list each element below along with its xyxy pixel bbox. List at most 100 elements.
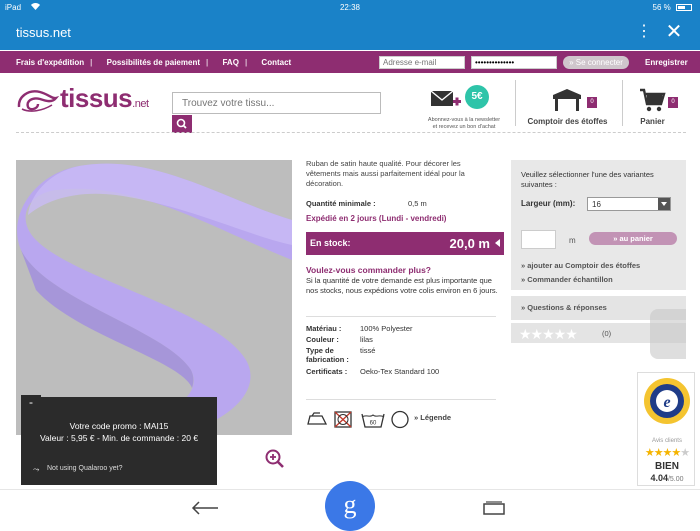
divider (306, 316, 496, 317)
order-more-text: Si la quantité de votre demande est plus… (306, 276, 498, 295)
stock-bar: En stock: 20,0 m (306, 232, 504, 255)
logo-text: tissus.net (60, 83, 149, 113)
min-quantity-row: Quantité minimale : (306, 199, 376, 208)
variant-title: Veuillez sélectionner l'une des variante… (521, 170, 654, 189)
zoom-button[interactable] (264, 448, 286, 475)
spec-value: Oeko-Tex Standard 100 (360, 367, 440, 376)
nav-link-payment[interactable]: Possibilités de paiement (107, 58, 200, 67)
care-icons: 60 (307, 410, 409, 429)
close-icon[interactable]: ✕ (664, 21, 684, 43)
comptoir-count-badge: 0 (587, 97, 597, 108)
battery-level: 56 % (652, 3, 671, 12)
envelope-icon (430, 90, 461, 106)
product-image[interactable] (16, 160, 292, 435)
iron-icon (307, 412, 328, 425)
ribbon-image (16, 160, 292, 435)
comptoir-label: Comptoir des étoffes (527, 117, 608, 126)
qualaroo-link[interactable]: Not using Qualaroo yet? (47, 465, 123, 472)
qualaroo-icon: ⤳ (33, 465, 40, 474)
spec-label: Type de fabrication : (306, 346, 349, 364)
legend-link[interactable]: » Légende (414, 413, 451, 422)
cart-icon (640, 88, 666, 112)
browser-title: tissus.net (16, 25, 71, 40)
order-more-title: Voulez-vous commander plus? (306, 265, 432, 275)
width-select[interactable]: 16 (587, 197, 671, 211)
quantity-input[interactable] (521, 230, 556, 249)
width-label: Largeur (mm): (521, 199, 576, 208)
review-score: 4.04/5.00 (650, 473, 684, 483)
cart-count-badge: 0 (668, 97, 678, 108)
add-to-cart-button[interactable]: » au panier (589, 232, 677, 245)
newsletter-badge: 5€ (465, 85, 489, 109)
product-description: Ruban de satin haute qualité. Pour décor… (306, 159, 465, 188)
tabs-icon (483, 501, 505, 515)
search-input[interactable] (172, 92, 381, 114)
svg-text:60: 60 (370, 421, 377, 427)
promo-code-text: Votre code promo : MAI15 (69, 421, 169, 431)
side-feedback-tab[interactable] (650, 309, 686, 359)
header-divider (622, 80, 623, 126)
newsletter-text: Abonnez-vous à la newsletter et recevez u… (427, 117, 501, 130)
register-link[interactable]: Enregistrer (645, 58, 688, 67)
minimize-button[interactable]: - (21, 395, 41, 413)
chevron-down-icon (658, 198, 670, 210)
quantity-unit: m (569, 236, 576, 245)
spec-value: tissé (360, 346, 376, 355)
password-field[interactable] (471, 56, 557, 69)
status-bar: iPad 22:38 56 % (0, 0, 700, 16)
svg-text:e: e (663, 394, 670, 411)
review-verdict: BIEN (655, 461, 679, 472)
no-bleach-icon (334, 411, 352, 428)
care-symbols: 60 (306, 408, 416, 435)
header-divider (515, 80, 516, 126)
browser-toolbar: tissus.net ⋮ ✕ (0, 16, 700, 50)
spec-label: Matériau : (306, 324, 342, 333)
battery-indicator: 56 % (653, 3, 692, 12)
spec-label: Certificats : (306, 367, 348, 376)
dry-clean-icon (391, 410, 409, 429)
spec-value: 100% Polyester (360, 324, 413, 333)
clock: 22:38 (339, 3, 361, 12)
min-quantity-label: Quantité minimale : (306, 199, 376, 208)
cart-label: Panier (640, 117, 665, 126)
counter-table-icon (553, 89, 581, 111)
nav-link-faq[interactable]: FAQ (222, 58, 238, 67)
order-sample-link[interactable]: » Commander échantillon (521, 275, 613, 284)
nav-link-shipping[interactable]: Frais d'expédition (16, 58, 84, 67)
fabric-logo-icon (17, 90, 60, 112)
battery-icon (676, 4, 692, 12)
reviews-label: Avis clients (652, 438, 682, 444)
tabs-button[interactable] (482, 500, 506, 521)
arrow-left-icon (191, 501, 218, 515)
stock-label: En stock: (310, 238, 351, 248)
email-field[interactable] (379, 56, 465, 69)
review-stars-icon: ★★★★★ (644, 447, 690, 459)
promo-popup: - Votre code promo : MAI15 Valeur : 5,95… (21, 395, 217, 485)
google-search-button[interactable]: g (325, 481, 375, 531)
promo-value-text: Valeur : 5,95 € - Min. de commande : 20 … (39, 433, 199, 443)
spec-value: lilas (360, 335, 373, 344)
variant-panel: Veuillez sélectionner l'une des variante… (511, 160, 686, 290)
shipping-info: Expédié en 2 jours (Lundi - vendredi) (306, 214, 447, 223)
spec-label: Couleur : (306, 335, 339, 344)
caret-left-icon (495, 239, 500, 247)
trusted-shops-badge[interactable]: e Avis clients ★★★★★ BIEN 4.04/5.00 (637, 372, 695, 486)
login-button[interactable]: » Se connecter (563, 56, 629, 69)
back-button[interactable] (190, 500, 220, 521)
search-button[interactable] (172, 115, 192, 133)
nav-links: Frais d'expédition | Possibilités de paie… (16, 58, 292, 67)
top-navigation: Frais d'expédition | Possibilités de paie… (0, 51, 700, 73)
wash-60-icon: 60 (361, 413, 385, 428)
add-to-comptoir-link[interactable]: » ajouter au Comptoir des étoffes (521, 261, 640, 270)
trusted-shops-seal-icon: e (644, 378, 690, 424)
min-quantity-value: 0,5 m (408, 199, 427, 208)
rating-stars-icon: ★★★★★ (519, 326, 578, 342)
stock-value: 20,0 m (449, 236, 490, 251)
divider (306, 399, 496, 400)
zoom-icon (265, 449, 284, 468)
more-menu-icon[interactable]: ⋮ (636, 22, 652, 42)
width-select-value: 16 (592, 200, 601, 209)
nav-link-contact[interactable]: Contact (261, 58, 291, 67)
header-divider-line (16, 132, 686, 133)
rating-count: (0) (602, 329, 612, 338)
